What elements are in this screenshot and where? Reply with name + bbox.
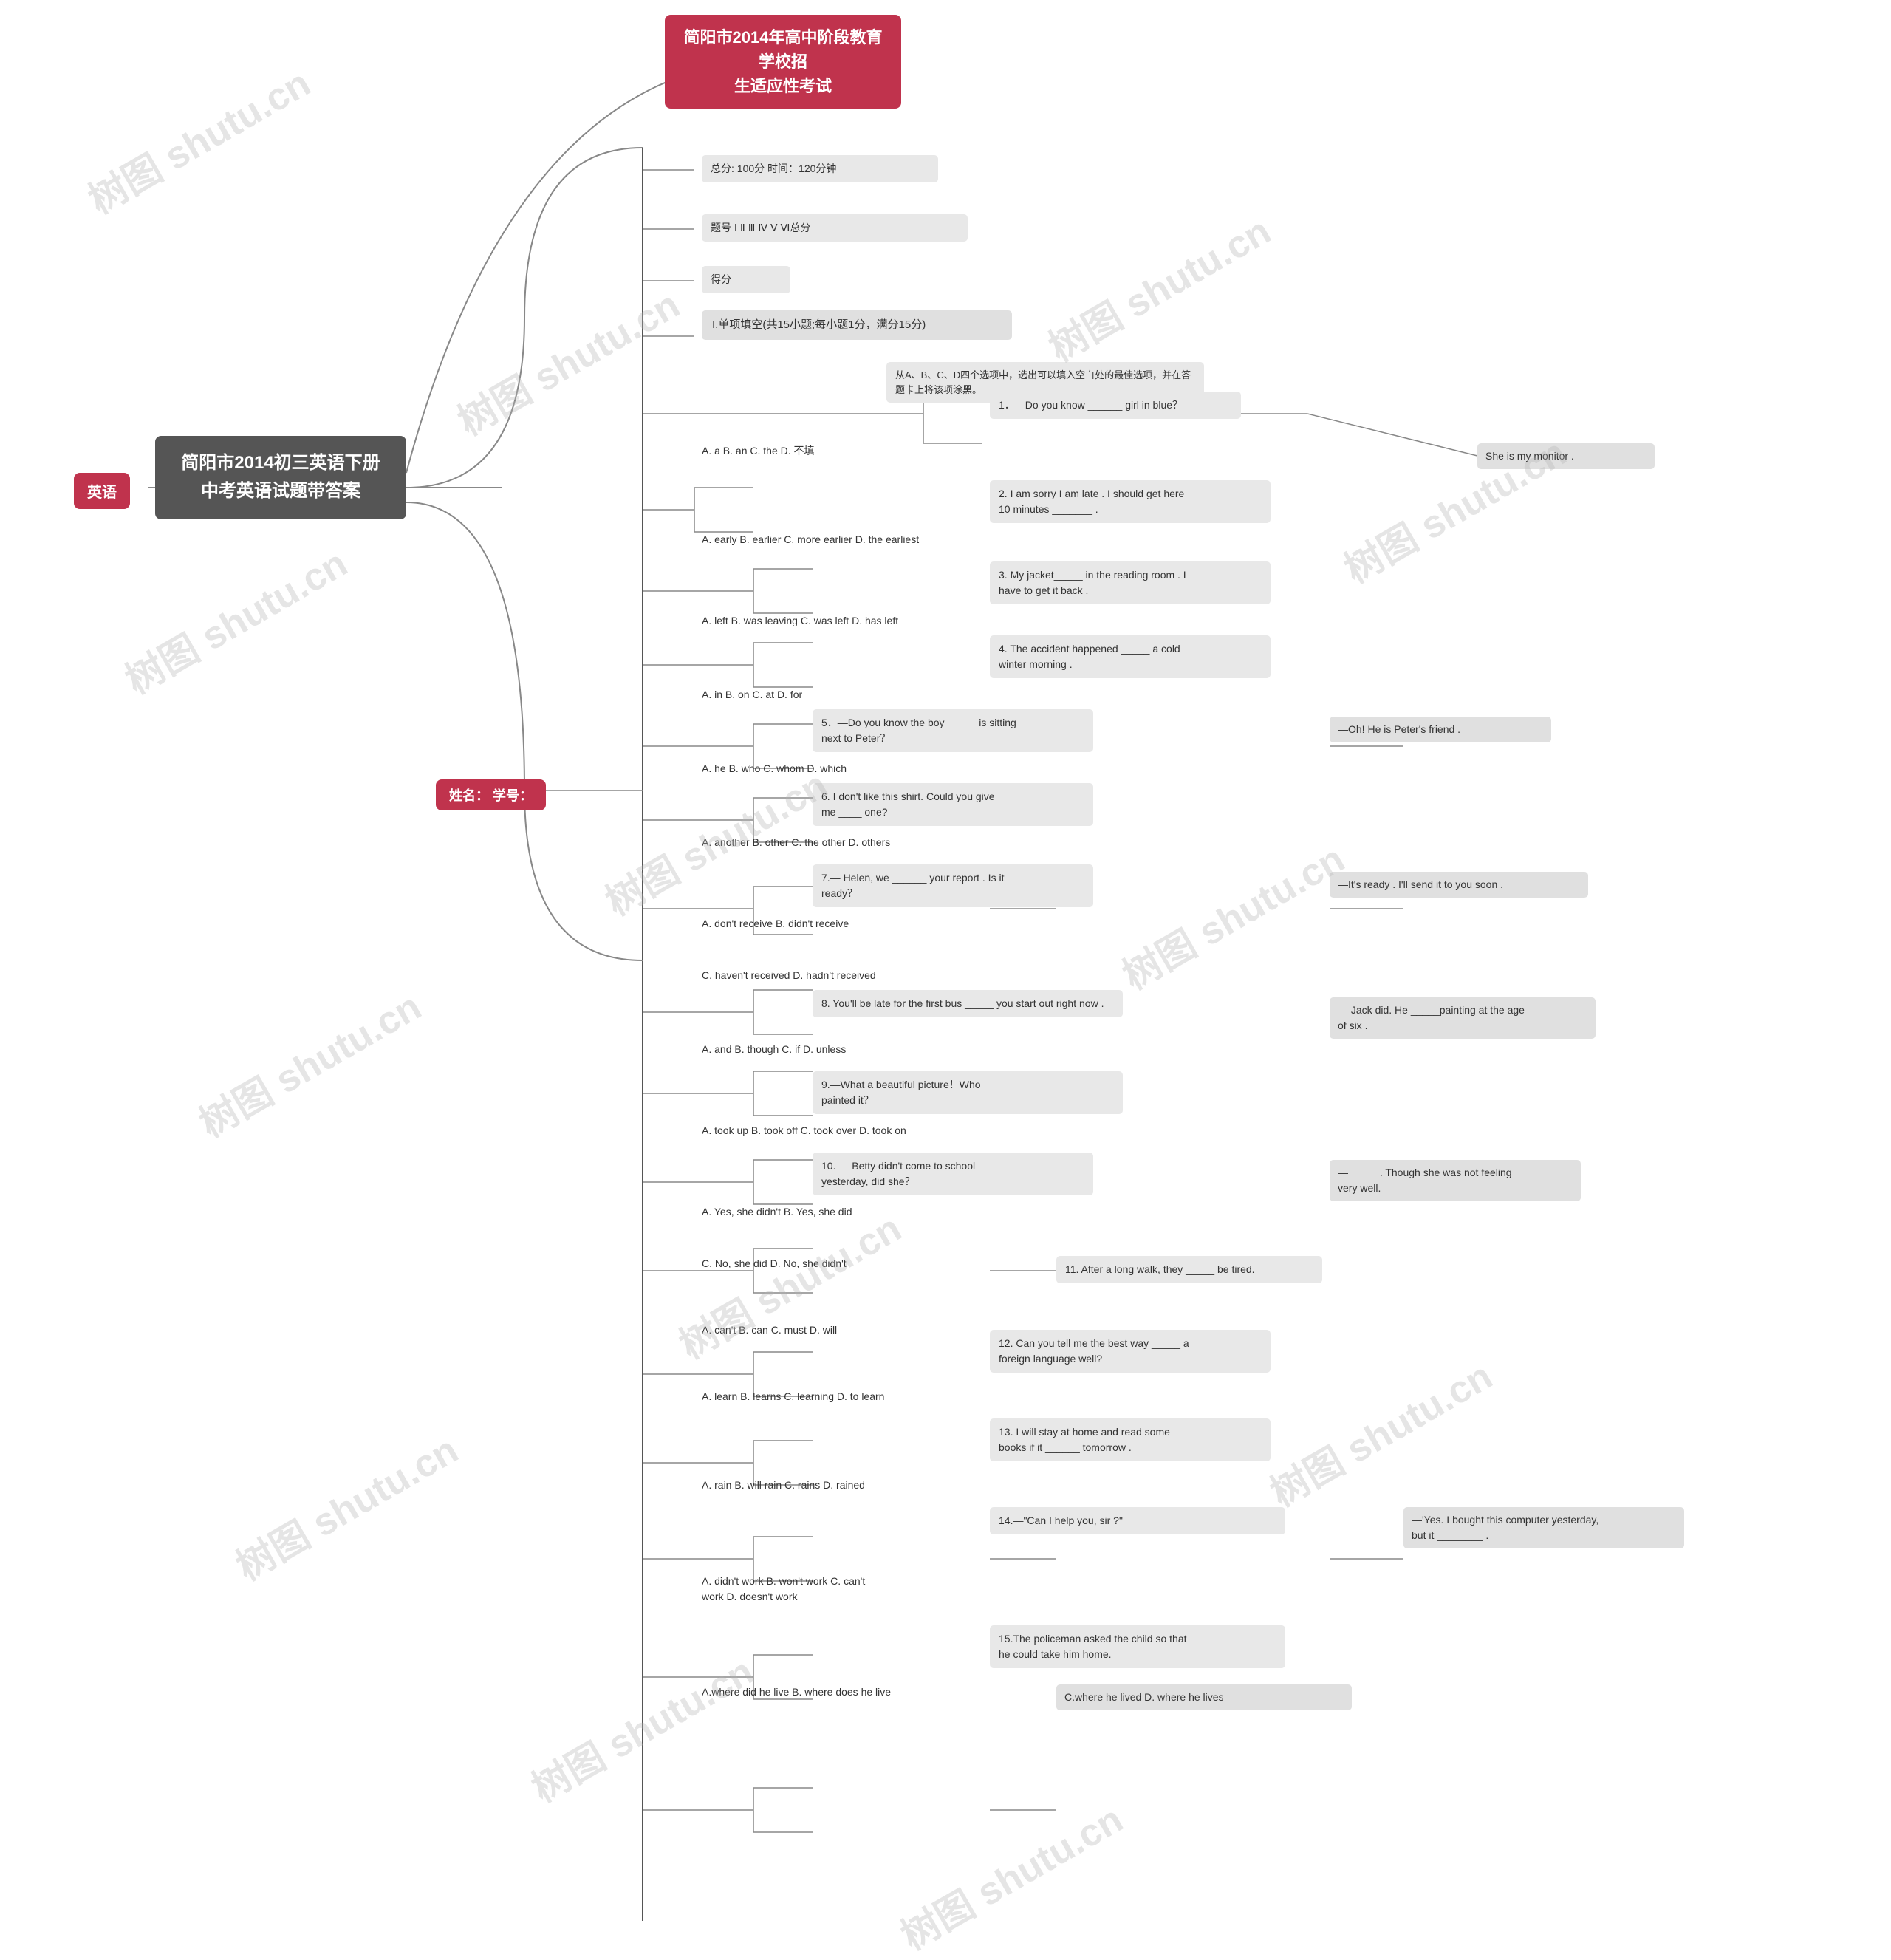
subject-line2: 中考英语试题带答案 — [201, 481, 360, 501]
q7-answer: —It's ready . I'll send it to you soon . — [1330, 872, 1588, 898]
q2-text-box: 2. I am sorry I am late . I should get h… — [990, 480, 1271, 523]
title-line1: 简阳市2014年高中阶段教育学校招 — [684, 28, 883, 71]
name-node: 姓名： 学号： — [436, 779, 546, 810]
q4-text-box: 4. The accident happened _____ a coldwin… — [990, 635, 1271, 678]
q1-answer: She is my monitor . — [1477, 443, 1655, 469]
connector-lines — [0, 0, 1891, 1960]
q12-text: 12. Can you tell me the best way _____ a… — [999, 1337, 1189, 1365]
watermark-2: 树图 shutu.cn — [446, 274, 688, 446]
root-label: 英语 — [87, 485, 117, 501]
q8-text-box: 8. You'll be late for the first bus ____… — [813, 990, 1123, 1017]
q13-text-box: 13. I will stay at home and read someboo… — [990, 1418, 1271, 1461]
mind-map: 简阳市2014年高中阶段教育学校招 生适应性考试 英语 简阳市2014初三英语下… — [0, 0, 1891, 1960]
questions-box: 题号 Ⅰ Ⅱ Ⅲ Ⅳ Ⅴ Ⅵ总分 — [702, 214, 968, 242]
q6-options: A. another B. other C. the other D. othe… — [702, 835, 890, 850]
watermark-6: 树图 shutu.cn — [668, 1198, 910, 1370]
q3-text: 3. My jacket_____ in the reading room . … — [999, 569, 1186, 596]
watermark-5: 树图 shutu.cn — [188, 976, 430, 1148]
q8-options: A. and B. though C. if D. unless — [702, 1042, 846, 1057]
q7-text-box: 7.— Helen, we ______ your report . Is it… — [813, 864, 1093, 907]
subject-node: 简阳市2014初三英语下册 中考英语试题带答案 — [155, 436, 406, 519]
q12-text-box: 12. Can you tell me the best way _____ a… — [990, 1330, 1271, 1373]
title-node: 简阳市2014年高中阶段教育学校招 生适应性考试 — [665, 15, 901, 109]
watermark-13: 树图 shutu.cn — [889, 1789, 1132, 1960]
q9-options: A. took up B. took off C. took over D. t… — [702, 1123, 906, 1138]
q13-options: A. rain B. will rain C. rains D. rained — [702, 1478, 865, 1493]
watermark-9: 树图 shutu.cn — [1037, 200, 1279, 372]
q1-text-box: 1．—Do you know ______ girl in blue？ — [990, 392, 1241, 419]
q5-text-box: 5．—Do you know the boy _____ is sittingn… — [813, 709, 1093, 752]
q11-options: A. can't B. can C. must D. will — [702, 1322, 837, 1338]
q5-text: 5．—Do you know the boy _____ is sittingn… — [821, 717, 1016, 744]
q1-options: A. a B. an C. the D. 不填 — [702, 443, 815, 459]
q1-text: 1．—Do you know ______ girl in blue？ — [999, 399, 1183, 411]
q10-text: 10. — Betty didn't come to schoolyesterd… — [821, 1160, 975, 1187]
q2-options: A. early B. earlier C. more earlier D. t… — [702, 532, 919, 547]
title-line2: 生适应性考试 — [734, 77, 832, 95]
q15-text-box: 15.The policeman asked the child so that… — [990, 1625, 1285, 1668]
score-time-box: 总分: 100分 时间：120分钟 — [702, 155, 938, 182]
q14-options: A. didn't work B. won't work C. can'twor… — [702, 1574, 865, 1605]
q10-options2: C. No, she did D. No, she didn't — [702, 1256, 847, 1271]
q11-text-box: 11. After a long walk, they _____ be tir… — [1056, 1256, 1322, 1283]
q6-text: 6. I don't like this shirt. Could you gi… — [821, 791, 995, 818]
section1-label: I.单项填空(共15小题;每小题1分，满分15分) — [712, 318, 926, 331]
name-label: 姓名： 学号： — [449, 788, 533, 803]
q9-text: 9.—What a beautiful picture！Whopainted i… — [821, 1079, 981, 1106]
q5-options: A. he B. who C. whom D. which — [702, 761, 847, 776]
q14-text: 14.—"Can I help you, sir ?" — [999, 1515, 1123, 1526]
q6-text-box: 6. I don't like this shirt. Could you gi… — [813, 783, 1093, 826]
q4-options: A. in B. on C. at D. for — [702, 687, 802, 703]
watermark-layer: 树图 shutu.cn 树图 shutu.cn 树图 shutu.cn 树图 s… — [0, 0, 1891, 1960]
score-box: 得分 — [702, 266, 790, 293]
watermark-11: 树图 shutu.cn — [1111, 828, 1353, 1000]
q9-text-box: 9.—What a beautiful picture！Whopainted i… — [813, 1071, 1123, 1114]
q10-text-box: 10. — Betty didn't come to schoolyesterd… — [813, 1153, 1093, 1195]
q15-answer: C.where he lived D. where he lives — [1056, 1684, 1352, 1710]
q2-text: 2. I am sorry I am late . I should get h… — [999, 488, 1184, 515]
q4-text: 4. The accident happened _____ a coldwin… — [999, 643, 1180, 670]
watermark-1: 树图 shutu.cn — [77, 52, 319, 225]
q8-text: 8. You'll be late for the first bus ____… — [821, 997, 1104, 1009]
q11-text: 11. After a long walk, they _____ be tir… — [1065, 1263, 1255, 1275]
q7-options1: A. don't receive B. didn't receive — [702, 916, 849, 932]
q14-answer: —'Yes. I bought this computer yesterday,… — [1403, 1507, 1684, 1548]
q10-answer: —_____ . Though she was not feelingvery … — [1330, 1160, 1581, 1201]
score-text: 得分 — [711, 273, 731, 285]
score-time-text: 总分: 100分 时间：120分钟 — [711, 163, 836, 174]
watermark-12: 树图 shutu.cn — [1259, 1345, 1501, 1517]
q15-options: A.where did he live B. where does he liv… — [702, 1684, 891, 1700]
q15-text: 15.The policeman asked the child so that… — [999, 1633, 1187, 1660]
q7-options2: C. haven't received D. hadn't received — [702, 968, 876, 983]
q13-text: 13. I will stay at home and read someboo… — [999, 1426, 1170, 1453]
watermark-8: 树图 shutu.cn — [520, 1641, 762, 1813]
root-node: 英语 — [74, 473, 130, 509]
q3-options: A. left B. was leaving C. was left D. ha… — [702, 613, 898, 629]
q7-text: 7.— Helen, we ______ your report . Is it… — [821, 872, 1004, 899]
subject-line1: 简阳市2014初三英语下册 — [181, 453, 380, 473]
q14-text-box: 14.—"Can I help you, sir ?" — [990, 1507, 1285, 1534]
section1-box: I.单项填空(共15小题;每小题1分，满分15分) — [702, 310, 1012, 340]
q3-text-box: 3. My jacket_____ in the reading room . … — [990, 561, 1271, 604]
q12-options: A. learn B. learns C. learning D. to lea… — [702, 1389, 884, 1404]
q5-answer: —Oh! He is Peter's friend . — [1330, 717, 1551, 742]
watermark-3: 树图 shutu.cn — [114, 533, 356, 705]
q8-answer: — Jack did. He _____painting at the ageo… — [1330, 997, 1596, 1039]
watermark-7: 树图 shutu.cn — [225, 1419, 467, 1591]
q10-options1: A. Yes, she didn't B. Yes, she did — [702, 1204, 852, 1220]
questions-text: 题号 Ⅰ Ⅱ Ⅲ Ⅳ Ⅴ Ⅵ总分 — [711, 222, 810, 233]
